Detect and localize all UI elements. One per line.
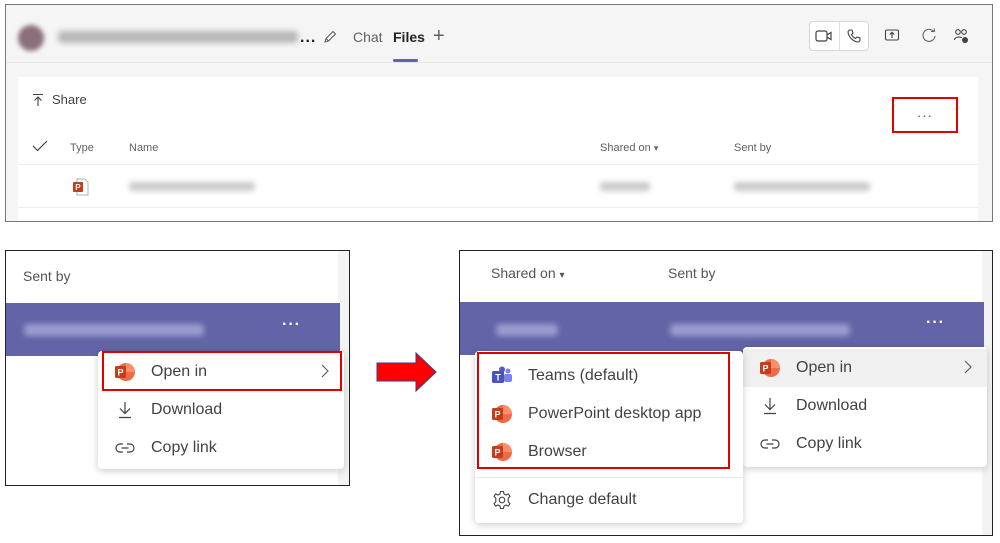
menu-item-copy-link[interactable]: Copy link (98, 429, 344, 467)
download-icon (114, 399, 136, 421)
step-arrow-icon (376, 352, 438, 392)
column-sent-by[interactable]: Sent by (668, 265, 715, 281)
share-button[interactable]: Share (32, 92, 87, 107)
powerpoint-icon: P (759, 357, 781, 379)
shared-on-value (496, 324, 558, 336)
menu-item-label: Copy link (151, 439, 217, 456)
select-all-checkmark-icon[interactable] (32, 140, 48, 152)
audio-call-button[interactable] (840, 22, 869, 50)
menu-divider (475, 477, 743, 478)
share-upload-icon (33, 93, 43, 106)
chat-header: ... Chat Files + (6, 5, 992, 63)
more-options-button-highlighted[interactable]: ··· (892, 97, 958, 133)
link-icon (114, 437, 136, 459)
table-row[interactable]: P [blurred file name].pptx (18, 165, 978, 208)
files-tab-screenshot: ... Chat Files + Share Type Name Shared … (5, 4, 993, 222)
video-call-icon (815, 30, 832, 42)
menu-item-download[interactable]: Download (98, 391, 344, 429)
menu-item-label: Open in (796, 359, 853, 376)
context-menu: P Open in Download Copy link (743, 347, 987, 467)
conversation-title (58, 31, 298, 43)
more-options-button[interactable]: ··· (926, 314, 945, 332)
selected-table-row[interactable]: ··· (6, 303, 340, 356)
menu-item-label: Download (796, 397, 868, 414)
svg-text:P: P (75, 183, 81, 192)
audio-call-icon (847, 29, 861, 43)
column-shared-on[interactable]: Shared on ▾ (600, 142, 658, 154)
column-shared-on[interactable]: Shared on ▾ (491, 265, 565, 281)
video-call-button[interactable] (810, 22, 840, 50)
people-icon[interactable] (953, 27, 971, 45)
active-tab-indicator (393, 59, 418, 62)
share-label: Share (52, 92, 87, 107)
tab-files[interactable]: Files (393, 29, 425, 45)
powerpoint-file-icon: P (72, 178, 90, 196)
chevron-right-icon (963, 359, 973, 375)
menu-item-download[interactable]: Download (743, 387, 987, 425)
table-header: Type Name Shared on ▾ Sent by (18, 129, 978, 165)
tab-chat[interactable]: Chat (353, 29, 383, 45)
link-icon (759, 433, 781, 455)
column-name[interactable]: Name (129, 142, 158, 154)
menu-item-copy-link[interactable]: Copy link (743, 425, 987, 463)
edit-pencil-icon[interactable] (322, 29, 338, 45)
highlight-box-open-in (102, 351, 342, 391)
add-tab-icon[interactable]: + (433, 25, 445, 48)
file-name[interactable]: [blurred file name].pptx (129, 182, 255, 191)
call-button-group (809, 21, 869, 51)
avatar (18, 25, 44, 51)
menu-item-label: Download (151, 401, 223, 418)
menu-item-open-in[interactable]: P Open in (743, 349, 987, 387)
more-options-button[interactable]: ··· (282, 316, 301, 334)
svg-text:P: P (763, 364, 769, 374)
refresh-icon[interactable] (920, 27, 938, 45)
files-list: Share Type Name Shared on ▾ Sent by P [b… (18, 77, 978, 221)
sent-by-value (670, 324, 850, 336)
sent-by-value (734, 182, 870, 191)
highlight-box-open-options (477, 352, 730, 469)
gear-icon (491, 489, 513, 511)
column-type[interactable]: Type (70, 142, 94, 154)
menu-item-label: Copy link (796, 435, 862, 452)
column-sent-by[interactable]: Sent by (734, 142, 771, 154)
step2-open-in-submenu: Shared on ▾ Sent by ··· P Open in Downlo… (459, 250, 993, 536)
title-ellipsis: ... (300, 29, 317, 46)
column-sent-by[interactable]: Sent by (23, 268, 70, 284)
submenu-item-label: Change default (528, 491, 637, 508)
shared-on-value (600, 182, 650, 191)
download-icon (759, 395, 781, 417)
step1-open-in-menu: Sent by ··· P Open in Download Copy link (5, 250, 350, 486)
submenu-item-change-default[interactable]: Change default (475, 481, 743, 519)
sent-by-value (24, 324, 204, 336)
share-screen-icon[interactable] (884, 27, 900, 43)
